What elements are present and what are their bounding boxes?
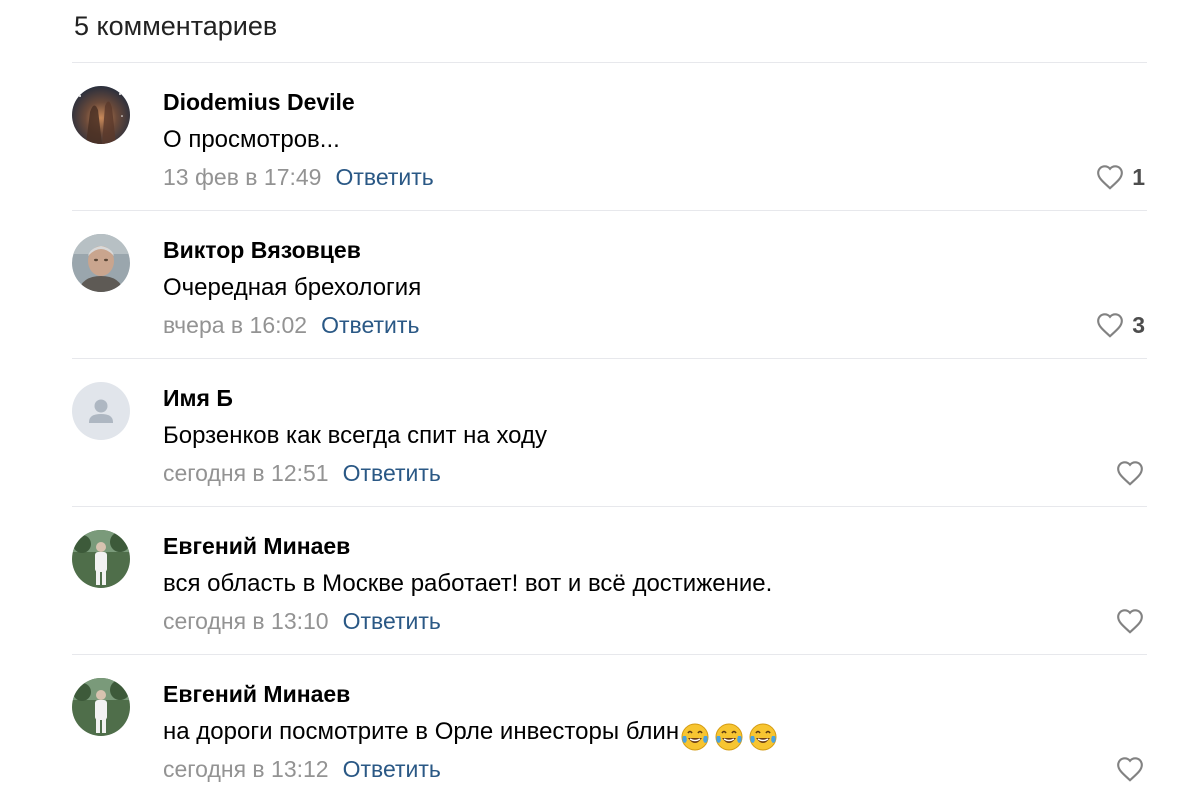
avatar[interactable] xyxy=(72,382,130,440)
comment-text: Борзенков как всегда спит на ходу xyxy=(163,422,547,449)
comment-meta: сегодня в 12:51 Ответить xyxy=(163,458,441,488)
heart-icon xyxy=(1097,165,1124,190)
heart-icon xyxy=(1117,609,1143,634)
default-user-icon xyxy=(72,382,130,440)
comment-author[interactable]: Евгений Минаев xyxy=(163,680,350,708)
heart-icon xyxy=(1117,461,1143,486)
comment-date[interactable]: 13 фев в 17:49 xyxy=(163,164,321,190)
comment-date[interactable]: сегодня в 13:10 xyxy=(163,608,329,634)
reply-button[interactable]: Ответить xyxy=(343,460,441,486)
comment-text: вся область в Москве работает! вот и всё… xyxy=(163,570,773,597)
like-button[interactable]: 1 xyxy=(1095,162,1145,192)
comment-list: Diodemius Devile О просмотров... 13 фев … xyxy=(72,62,1147,789)
comment-meta: сегодня в 13:10 Ответить xyxy=(163,606,441,636)
comment-date[interactable]: сегодня в 13:12 xyxy=(163,756,329,782)
avatar[interactable] xyxy=(72,86,130,144)
avatar[interactable] xyxy=(72,530,130,588)
emoji-group xyxy=(680,721,782,752)
comment-item: Diodemius Devile О просмотров... 13 фев … xyxy=(72,62,1147,210)
comment-text: Очередная брехология xyxy=(163,274,422,301)
man-outdoor-photo-icon xyxy=(72,678,130,736)
comment-item: Евгений Минаев вся область в Москве рабо… xyxy=(72,506,1147,654)
comments-count-title: 5 комментариев xyxy=(74,11,278,41)
tears-of-joy-emoji-icon xyxy=(749,723,777,751)
comment-meta: вчера в 16:02 Ответить xyxy=(163,310,419,340)
comment-item: Имя Б Борзенков как всегда спит на ходу … xyxy=(72,358,1147,506)
like-button[interactable] xyxy=(1115,606,1145,636)
space-nebula-photo-icon xyxy=(72,86,130,144)
reply-button[interactable]: Ответить xyxy=(321,312,419,338)
like-button[interactable] xyxy=(1115,754,1145,784)
comment-author[interactable]: Имя Б xyxy=(163,384,233,412)
comment-text-content: на дороги посмотрите в Орле инвесторы бл… xyxy=(163,718,680,745)
tears-of-joy-emoji-icon xyxy=(715,723,743,751)
tears-of-joy-emoji-icon xyxy=(681,723,709,751)
avatar[interactable] xyxy=(72,234,130,292)
comment-author[interactable]: Виктор Вязовцев xyxy=(163,236,361,264)
reply-button[interactable]: Ответить xyxy=(335,164,433,190)
heart-icon xyxy=(1117,757,1143,782)
like-button[interactable] xyxy=(1115,458,1145,488)
comment-meta: сегодня в 13:12 Ответить xyxy=(163,754,441,784)
like-count: 1 xyxy=(1132,164,1145,190)
reply-button[interactable]: Ответить xyxy=(343,608,441,634)
comment-text: О просмотров... xyxy=(163,126,340,153)
man-outdoor-photo-icon xyxy=(72,530,130,588)
reply-button[interactable]: Ответить xyxy=(343,756,441,782)
avatar[interactable] xyxy=(72,678,130,736)
like-count: 3 xyxy=(1132,312,1145,338)
comment-author[interactable]: Diodemius Devile xyxy=(163,88,355,116)
comment-author[interactable]: Евгений Минаев xyxy=(163,532,350,560)
like-button[interactable]: 3 xyxy=(1095,310,1145,340)
comment-item: Виктор Вязовцев Очередная брехология вче… xyxy=(72,210,1147,358)
comment-date[interactable]: вчера в 16:02 xyxy=(163,312,307,338)
heart-icon xyxy=(1097,313,1124,338)
man-portrait-photo-icon xyxy=(72,234,130,292)
comments-page: 5 комментариев Diodemius Devile О просмо… xyxy=(0,0,1200,789)
comment-meta: 13 фев в 17:49 Ответить xyxy=(163,162,434,192)
comment-date[interactable]: сегодня в 12:51 xyxy=(163,460,329,486)
comment-item: Евгений Минаев на дороги посмотрите в Ор… xyxy=(72,654,1147,789)
comment-text: на дороги посмотрите в Орле инвесторы бл… xyxy=(163,717,782,752)
